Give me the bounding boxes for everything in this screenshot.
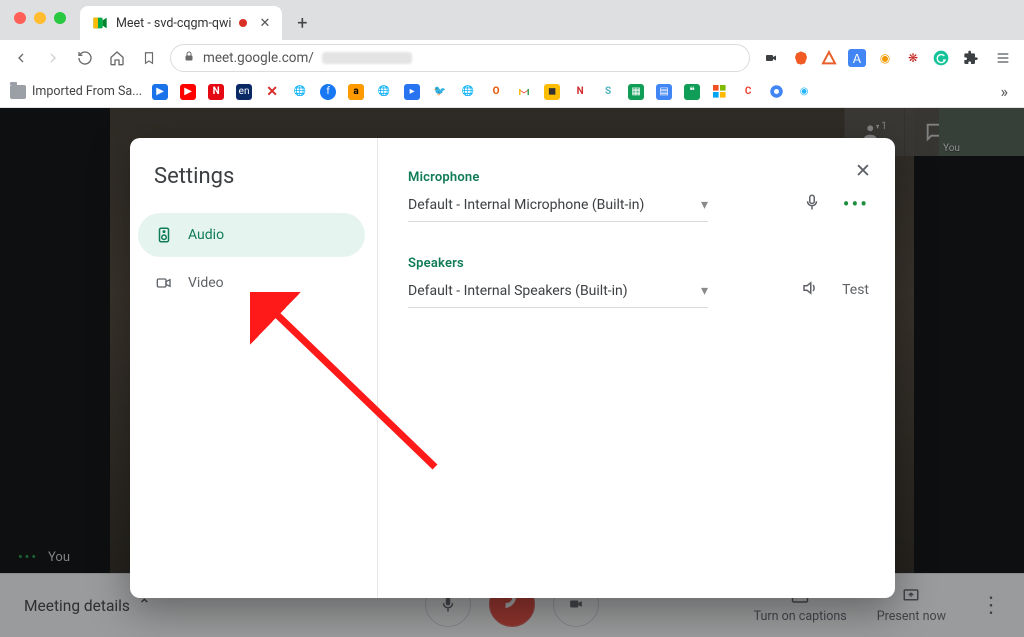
bm-icon-globe-1[interactable]: 🌐 <box>292 84 308 100</box>
translate-ext-icon[interactable]: Ａ <box>848 49 866 67</box>
settings-tab-audio[interactable]: Audio <box>138 213 365 257</box>
camera-indicator-icon[interactable] <box>760 47 782 69</box>
browser-toolbar: meet.google.com/ Ａ ◉ ❋ <box>0 40 1024 76</box>
red-ext-icon[interactable]: ❋ <box>904 49 922 67</box>
settings-title: Settings <box>130 164 377 211</box>
settings-content: ✕ Microphone Default - Internal Micropho… <box>378 138 895 598</box>
tab-strip: Meet - svd-cqgm-qwi ✕ + <box>80 0 316 40</box>
address-bar[interactable]: meet.google.com/ <box>170 44 750 72</box>
mic-level-dots-icon: ••• <box>843 192 869 216</box>
new-tab-button[interactable]: + <box>288 9 316 37</box>
url-obscured <box>322 52 412 64</box>
url-text: meet.google.com/ <box>203 50 314 66</box>
bookmark-folder-label: Imported From Sa... <box>32 84 142 99</box>
settings-tab-video[interactable]: Video <box>138 261 365 305</box>
bm-icon-amazon[interactable]: a <box>348 84 364 100</box>
microphone-section-label: Microphone <box>408 170 869 185</box>
bm-icon-s[interactable]: S <box>600 84 616 100</box>
bookmarks-bar: Imported From Sa... ▶ ▶ N en ✕ 🌐 f a 🌐 ▸… <box>0 76 1024 108</box>
camera-icon <box>154 273 174 293</box>
traffic-minimize[interactable] <box>34 12 46 24</box>
speakers-selected-value: Default - Internal Speakers (Built-in) <box>408 283 628 299</box>
bm-icon-blue[interactable]: en <box>236 84 252 100</box>
bm-icon-hangouts[interactable]: ❝ <box>684 84 700 100</box>
settings-dialog: Settings Audio Video ✕ Microphone Defaul… <box>130 138 895 598</box>
bookmark-button[interactable] <box>138 47 160 69</box>
bm-icon-sheets[interactable]: ▦ <box>628 84 644 100</box>
bm-icon-teal[interactable]: ◉ <box>796 84 812 100</box>
speaker-icon <box>154 225 174 245</box>
browser-tab-active[interactable]: Meet - svd-cqgm-qwi ✕ <box>80 6 282 40</box>
orange-ext-icon[interactable]: ◉ <box>876 49 894 67</box>
home-button[interactable] <box>106 47 128 69</box>
bm-icon-facebook[interactable]: f <box>320 84 336 100</box>
bm-icon-x[interactable]: ✕ <box>264 84 280 100</box>
extension-icons: Ａ ◉ ❋ <box>760 47 1014 69</box>
bm-icon-ms[interactable] <box>712 84 728 100</box>
tab-close-icon[interactable]: ✕ <box>259 16 270 31</box>
traffic-zoom[interactable] <box>54 12 66 24</box>
microphone-dropdown[interactable]: Default - Internal Microphone (Built-in)… <box>408 191 708 222</box>
chrome-menu-icon[interactable] <box>992 47 1014 69</box>
settings-tab-video-label: Video <box>188 275 224 291</box>
speakers-dropdown[interactable]: Default - Internal Speakers (Built-in) ▾ <box>408 277 708 308</box>
mic-test-icon[interactable] <box>803 192 821 216</box>
chevron-down-icon: ▾ <box>701 197 708 213</box>
extensions-puzzle-icon[interactable] <box>960 47 982 69</box>
brave-ext-icon[interactable] <box>792 49 810 67</box>
bm-icon-c[interactable]: C <box>740 84 756 100</box>
bm-icon-youtube[interactable]: ▶ <box>180 84 196 100</box>
speaker-test-button[interactable]: Test <box>842 282 869 298</box>
bm-icon-globe-2[interactable]: 🌐 <box>376 84 392 100</box>
bm-icon-docs[interactable]: ▤ <box>656 84 672 100</box>
reload-button[interactable] <box>74 47 96 69</box>
chevron-down-icon: ▾ <box>701 283 708 299</box>
bm-icon-gmail[interactable] <box>516 84 532 100</box>
tab-title: Meet - svd-cqgm-qwi <box>116 16 231 31</box>
microphone-selected-value: Default - Internal Microphone (Built-in) <box>408 197 644 213</box>
folder-icon <box>10 85 26 99</box>
traffic-lights <box>14 12 66 24</box>
bm-icon-1[interactable]: ▶ <box>152 84 168 100</box>
bm-icon-globe-3[interactable]: 🌐 <box>460 84 476 100</box>
meet-app: 1 You ••• You Meeting details ⌃ <box>0 108 1024 637</box>
speaker-test-icon <box>800 279 820 301</box>
bm-icon-twitter[interactable]: 🐦 <box>432 84 448 100</box>
bm-icon-keep[interactable]: ◼ <box>544 84 560 100</box>
settings-nav: Settings Audio Video <box>130 138 378 598</box>
bm-icon-netflix[interactable]: N <box>208 84 224 100</box>
recording-indicator-icon <box>239 19 247 27</box>
dialog-close-button[interactable]: ✕ <box>849 156 877 184</box>
traffic-close[interactable] <box>14 12 26 24</box>
grammarly-ext-icon[interactable] <box>932 49 950 67</box>
window-titlebar: Meet - svd-cqgm-qwi ✕ + <box>0 0 1024 40</box>
forward-button[interactable] <box>42 47 64 69</box>
bm-icon-n[interactable]: N <box>572 84 588 100</box>
bookmarks-overflow[interactable]: » <box>1001 82 1015 101</box>
bm-icon-flipkart[interactable]: ▸ <box>404 84 420 100</box>
settings-tab-audio-label: Audio <box>188 227 224 243</box>
bookmark-icons-row: ▶ ▶ N en ✕ 🌐 f a 🌐 ▸ 🐦 🌐 O ◼ N S ▦ ▤ ❝ C… <box>152 84 990 100</box>
https-lock-icon <box>183 49 195 67</box>
speakers-section-label: Speakers <box>408 256 869 271</box>
bm-icon-google[interactable] <box>768 84 784 100</box>
orange-triangle-ext-icon[interactable] <box>820 49 838 67</box>
bm-icon-o[interactable]: O <box>488 84 504 100</box>
bookmark-folder-imported[interactable]: Imported From Sa... <box>10 84 142 99</box>
meet-favicon-icon <box>92 15 108 31</box>
back-button[interactable] <box>10 47 32 69</box>
